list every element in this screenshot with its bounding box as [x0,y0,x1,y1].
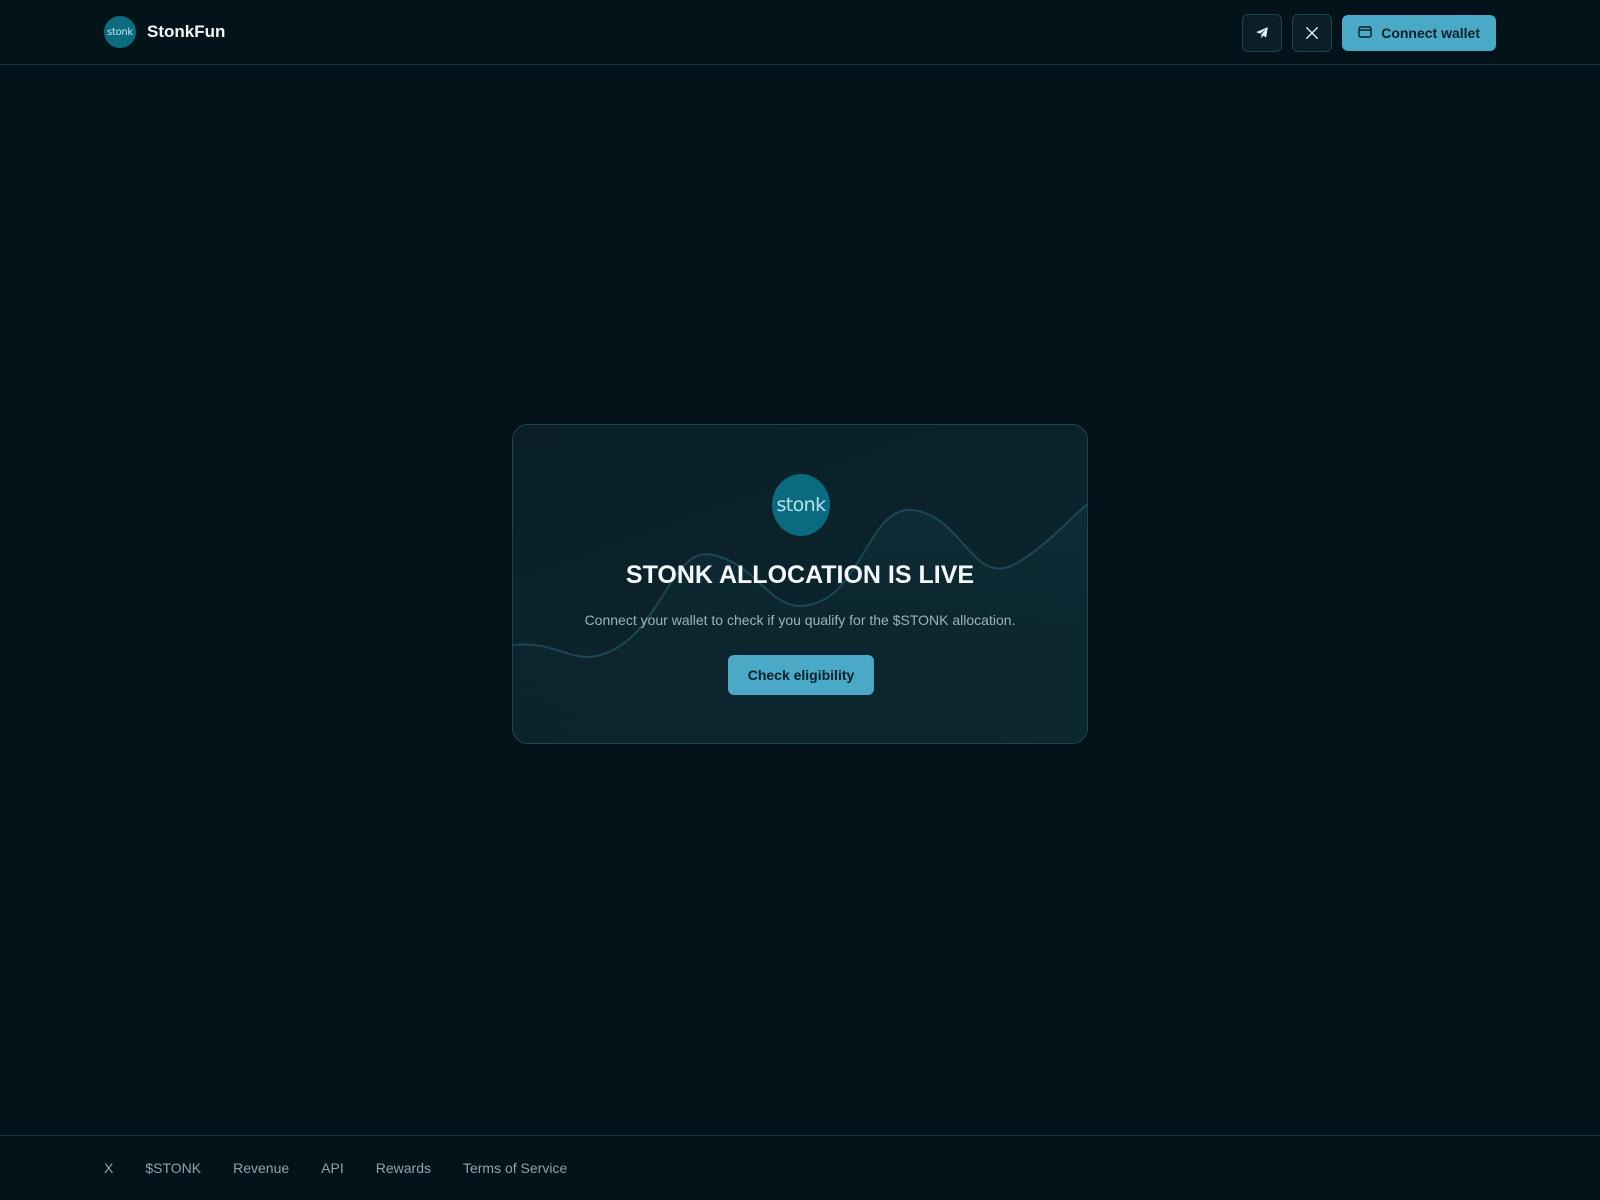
x-icon [1305,26,1319,40]
footer: X $STONK Revenue API Rewards Terms of Se… [0,1135,1600,1200]
telegram-button[interactable] [1242,14,1283,52]
footer-link-x[interactable]: X [104,1160,113,1176]
allocation-card: stonk STONK ALLOCATION IS LIVE Connect y… [512,424,1088,744]
footer-link-rewards[interactable]: Rewards [376,1160,431,1176]
brand-name: StonkFun [147,22,226,41]
connect-wallet-label: Connect wallet [1381,25,1480,41]
connect-wallet-button[interactable]: Connect wallet [1342,15,1496,51]
header-actions: Connect wallet [1242,14,1496,52]
top-header: stonk StonkFun Connect wallet [0,0,1600,65]
card-subtitle: Connect your wallet to check if you qual… [584,612,1016,628]
x-button[interactable] [1292,14,1333,52]
brand-logo: stonk [104,16,136,48]
footer-link-terms[interactable]: Terms of Service [463,1160,567,1176]
footer-link-api[interactable]: API [321,1160,344,1176]
telegram-icon [1255,26,1269,40]
wallet-icon [1358,25,1372,41]
brand-home-link[interactable]: stonk StonkFun [104,16,225,48]
footer-link-stonk[interactable]: $STONK [145,1160,201,1176]
check-eligibility-button[interactable]: Check eligibility [728,655,874,695]
card-title: STONK ALLOCATION IS LIVE [625,561,975,589]
footer-links: X $STONK Revenue API Rewards Terms of Se… [104,1160,567,1178]
footer-link-revenue[interactable]: Revenue [233,1160,289,1176]
stonk-logo: stonk [772,474,830,536]
